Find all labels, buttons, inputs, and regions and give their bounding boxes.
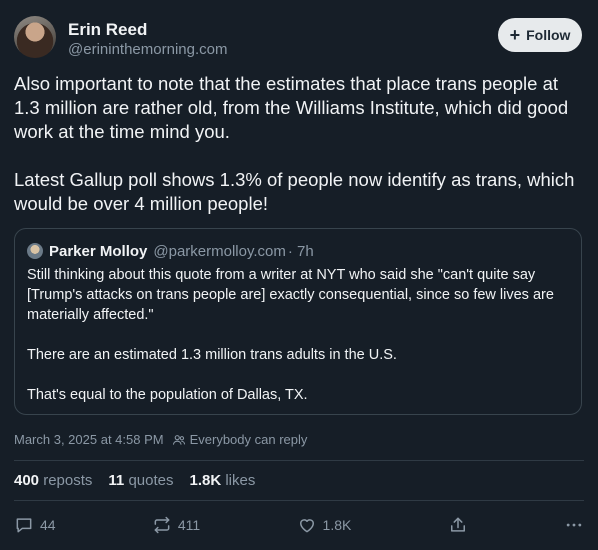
quoted-post-header: Parker Molloy @parkermolloy.com · 7h [27,241,314,261]
divider [14,500,584,501]
repost-count: 411 [177,517,201,533]
heart-icon [299,519,314,533]
reply-button[interactable]: 44 [14,515,56,535]
quotes-label: quotes [128,472,174,489]
post-timestamp[interactable]: March 3, 2025 at 4:58 PM [14,432,164,447]
reply-setting: Everybody can reply [172,432,308,447]
more-icon [566,523,582,527]
quoted-author-handle: @parkermolloy.com [153,242,286,260]
people-icon [172,434,185,445]
likes-count: 1.8K [189,472,222,489]
avatar [27,243,43,259]
share-button[interactable] [448,515,468,535]
action-bar: 44 411 1.8K [14,514,584,536]
quotes-count: 11 [108,472,125,489]
quoted-post[interactable]: Parker Molloy @parkermolloy.com · 7h Sti… [14,228,582,415]
likes-label: likes [225,472,256,489]
quotes-stat[interactable]: 11 quotes [108,472,173,489]
quoted-paragraph: That's equal to the population of Dallas… [27,387,308,403]
post-meta: March 3, 2025 at 4:58 PM Everybody can r… [14,432,307,447]
reposts-count: 400 [14,472,40,489]
post-paragraph: Also important to note that the estimate… [14,73,569,142]
reply-setting-label: Everybody can reply [189,432,308,447]
quoted-paragraph: Still thinking about this quote from a w… [27,267,554,323]
repost-icon [154,516,170,534]
quoted-post-time: · 7h [287,242,314,260]
avatar[interactable] [14,16,56,58]
reposts-stat[interactable]: 400 reposts [14,472,92,489]
reply-count: 44 [40,517,56,533]
quoted-author-name: Parker Molloy [49,242,148,260]
quoted-post-text: Still thinking about this quote from a w… [27,265,571,425]
like-button[interactable]: 1.8K [297,515,352,535]
post-text: Also important to note that the estimate… [14,72,582,240]
author-name[interactable]: Erin Reed [68,20,147,40]
share-icon [450,517,465,532]
quoted-paragraph: There are an estimated 1.3 million trans… [27,347,397,363]
repost-button[interactable]: 411 [152,515,200,535]
divider [14,460,584,461]
likes-stat[interactable]: 1.8K likes [189,472,255,489]
follow-label: Follow [526,27,571,43]
post-header: Erin Reed @erininthemorning.com + Follow [14,16,582,62]
more-options-button[interactable] [564,515,584,535]
author-handle[interactable]: @erininthemorning.com [68,41,227,58]
reply-icon [16,518,32,533]
engagement-stats: 400 reposts 11 quotes 1.8K likes [14,472,255,489]
like-count: 1.8K [322,517,352,533]
reposts-label: reposts [43,472,93,489]
post-paragraph: Latest Gallup poll shows 1.3% of people … [14,169,575,214]
plus-icon: + [509,25,521,45]
follow-button[interactable]: + Follow [498,18,582,52]
